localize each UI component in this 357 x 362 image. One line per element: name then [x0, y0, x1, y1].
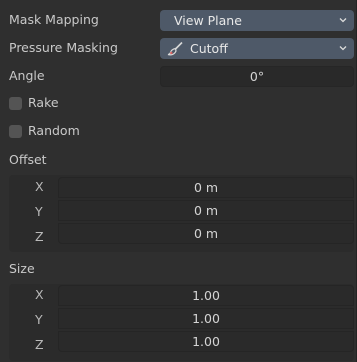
chevron-down-icon [339, 46, 347, 51]
pressure-masking-row: Pressure Masking Cutoff [0, 36, 357, 60]
brush-icon [167, 41, 183, 56]
offset-y-axis-label: Y [35, 204, 43, 219]
offset-x-field[interactable]: 0 m [58, 177, 354, 198]
size-y-axis-label: Y [35, 312, 43, 327]
angle-label: Angle [9, 68, 45, 83]
size-x-axis-label: X [35, 287, 44, 302]
mask-mapping-dropdown[interactable]: View Plane [160, 10, 354, 31]
size-label: Size [9, 261, 35, 276]
size-x-field[interactable]: 1.00 [58, 285, 354, 306]
pressure-masking-value: Cutoff [190, 41, 228, 56]
size-z-row: Z 1.00 [9, 331, 354, 356]
pressure-masking-label: Pressure Masking [9, 40, 118, 55]
mask-mapping-row: Mask Mapping View Plane [0, 8, 357, 32]
size-y-row: Y 1.00 [9, 308, 354, 331]
offset-label: Offset [9, 152, 47, 167]
size-z-field[interactable]: 1.00 [58, 331, 354, 352]
offset-vector: X 0 m Y 0 m Z 0 m [9, 175, 354, 252]
brush-texture-panel: Mask Mapping View Plane Pressure Masking… [0, 0, 357, 362]
offset-x-row: X 0 m [9, 177, 354, 198]
rake-checkbox[interactable] [9, 97, 22, 110]
angle-field[interactable]: 0° [160, 66, 354, 87]
offset-z-field[interactable]: 0 m [58, 223, 354, 244]
random-label: Random [28, 123, 80, 138]
size-y-field[interactable]: 1.00 [58, 308, 354, 329]
size-vector: X 1.00 Y 1.00 Z 1.00 [9, 284, 354, 361]
mask-mapping-label: Mask Mapping [9, 12, 99, 27]
offset-z-axis-label: Z [35, 229, 44, 244]
size-z-axis-label: Z [35, 337, 44, 352]
offset-y-row: Y 0 m [9, 200, 354, 223]
size-x-row: X 1.00 [9, 285, 354, 306]
random-checkbox[interactable] [9, 125, 22, 138]
angle-row: Angle 0° [0, 64, 357, 88]
offset-z-row: Z 0 m [9, 223, 354, 248]
pressure-masking-dropdown[interactable]: Cutoff [160, 38, 354, 59]
offset-y-field[interactable]: 0 m [58, 200, 354, 221]
rake-label: Rake [28, 95, 59, 110]
mask-mapping-value: View Plane [174, 13, 242, 28]
chevron-down-icon [339, 18, 347, 23]
offset-x-axis-label: X [35, 179, 44, 194]
